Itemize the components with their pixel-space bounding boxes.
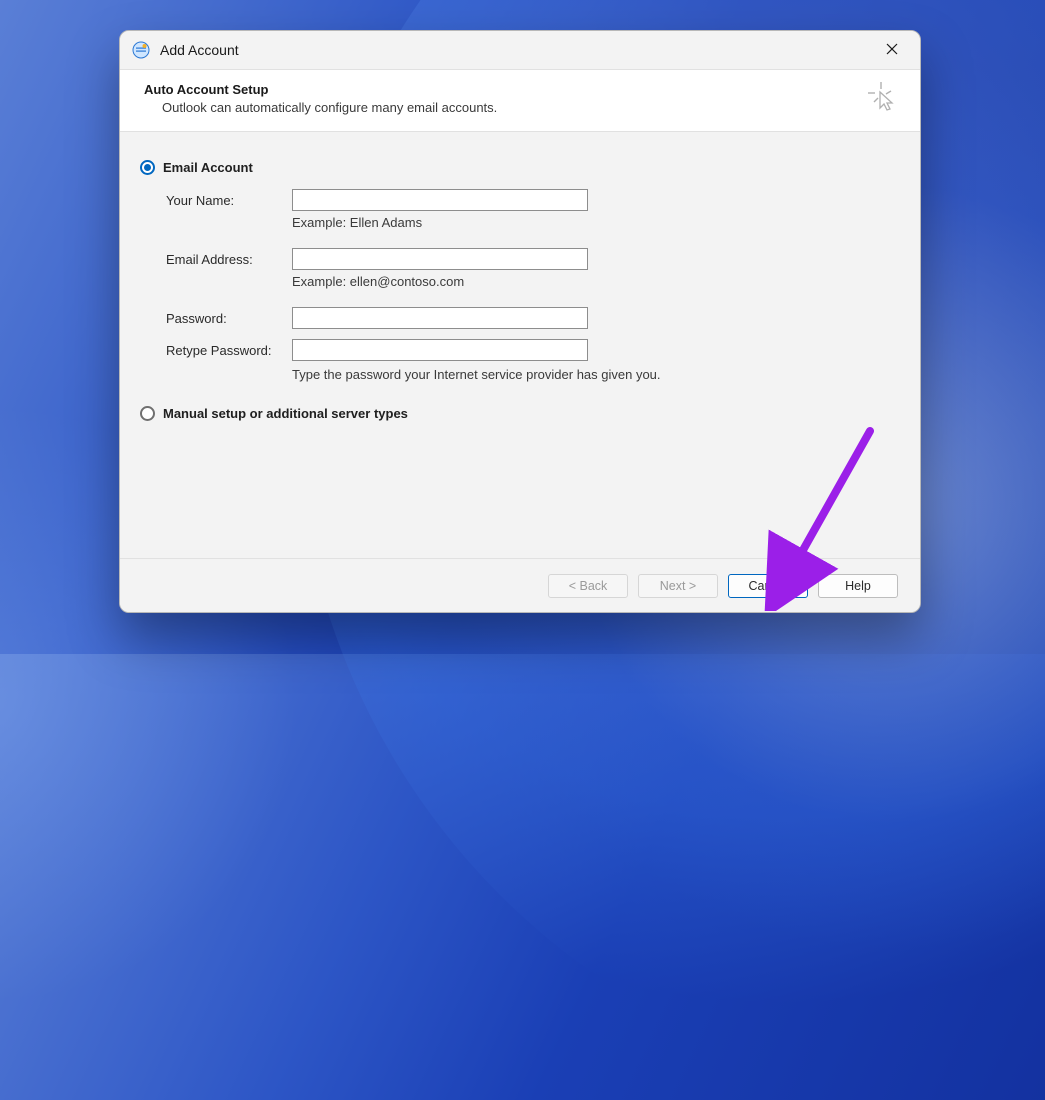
password-hint: Type the password your Internet service … (292, 367, 900, 382)
add-account-dialog: Add Account Auto Account Setup Outlook c… (119, 30, 921, 613)
retype-password-input[interactable] (292, 339, 588, 361)
radio-email-account[interactable]: Email Account (140, 160, 900, 175)
next-button[interactable]: Next > (638, 574, 718, 598)
password-input[interactable] (292, 307, 588, 329)
email-address-hint: Example: ellen@contoso.com (292, 274, 900, 289)
help-button[interactable]: Help (818, 574, 898, 598)
your-name-hint: Example: Ellen Adams (292, 215, 900, 230)
retype-password-label: Retype Password: (166, 343, 292, 358)
radio-label: Email Account (163, 160, 253, 175)
close-button[interactable] (872, 35, 912, 65)
radio-unselected-icon (140, 406, 155, 421)
close-icon (886, 43, 898, 58)
password-label: Password: (166, 311, 292, 326)
wizard-footer: < Back Next > Cancel Help (120, 558, 920, 612)
wizard-title: Auto Account Setup (144, 82, 896, 97)
your-name-label: Your Name: (166, 193, 292, 208)
email-address-input[interactable] (292, 248, 588, 270)
dialog-title: Add Account (160, 42, 872, 58)
wizard-subtitle: Outlook can automatically configure many… (162, 100, 896, 115)
radio-manual-setup[interactable]: Manual setup or additional server types (140, 406, 900, 421)
email-account-form: Your Name: Example: Ellen Adams Email Ad… (166, 189, 900, 382)
cancel-button[interactable]: Cancel (728, 574, 808, 598)
wizard-header: Auto Account Setup Outlook can automatic… (120, 69, 920, 132)
outlook-icon (132, 41, 150, 59)
your-name-input[interactable] (292, 189, 588, 211)
click-cursor-icon (868, 82, 898, 115)
radio-label: Manual setup or additional server types (163, 406, 408, 421)
back-button[interactable]: < Back (548, 574, 628, 598)
radio-selected-icon (140, 160, 155, 175)
email-address-label: Email Address: (166, 252, 292, 267)
titlebar: Add Account (120, 31, 920, 69)
wizard-body: Email Account Your Name: Example: Ellen … (120, 132, 920, 558)
